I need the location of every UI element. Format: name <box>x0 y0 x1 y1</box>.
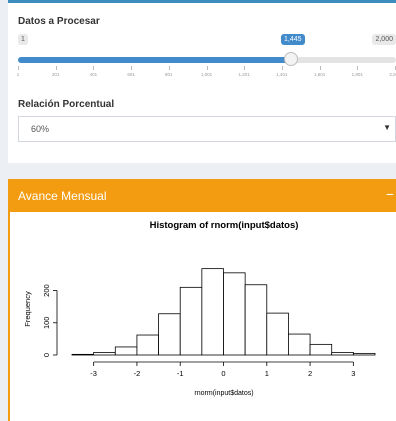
slider-tick <box>18 66 19 70</box>
select-label: Relación Porcentual <box>18 99 115 110</box>
box-title: Avance Mensual <box>18 189 107 203</box>
y-tick-label: 100 <box>42 317 51 330</box>
histogram-bar <box>136 334 159 356</box>
slider-tick <box>357 66 359 70</box>
slider-tick <box>281 66 283 70</box>
histogram-bar <box>71 353 95 356</box>
slider-tick <box>168 66 170 70</box>
chart-title: Histogram of rnorm(input$datos) <box>150 220 299 231</box>
slider-tick <box>131 66 133 70</box>
select-value: 60% <box>31 124 50 134</box>
slider-handle[interactable] <box>284 52 298 66</box>
slider-tick-label: 2,001 <box>389 72 396 77</box>
histogram-bar <box>201 268 224 356</box>
slider-tick <box>93 66 95 70</box>
slider-tick-label: 601 <box>127 72 135 77</box>
slider-min-label: 1 <box>18 34 28 45</box>
slider-value-label: 1,445 <box>281 34 305 45</box>
box-header: Avance Mensual − <box>8 179 396 212</box>
y-tick-label: 0 <box>42 353 51 357</box>
slider-tick <box>244 66 246 70</box>
slider-tick <box>206 66 208 70</box>
x-tick-label: -2 <box>134 369 141 378</box>
slider-tick-label: 801 <box>165 72 173 77</box>
slider-grid: 1 201 401 601 801 1,001 1,201 1,401 1,601 1,801 2,… <box>16 66 396 78</box>
slider-tick <box>319 66 321 70</box>
slider-tick-label: 1,801 <box>351 72 363 77</box>
x-tick-label: 2 <box>308 369 312 378</box>
histogram-bar <box>114 346 138 356</box>
histogram-bar <box>244 284 268 356</box>
histogram-bar <box>266 312 289 356</box>
histogram-bar <box>93 352 116 356</box>
slider-track[interactable] <box>18 52 396 66</box>
y-tick-label: 200 <box>42 284 51 297</box>
porcentaje-select[interactable]: 60% ▼ <box>18 116 396 142</box>
slider-fill <box>18 57 291 63</box>
slider-tick-label: 1,601 <box>313 72 326 77</box>
slider-tick-label: 1,401 <box>276 72 288 77</box>
x-tick-label: -3 <box>90 369 97 378</box>
x-axis-label: rnorm(input$datos) <box>194 390 253 397</box>
input-box: Datos a Procesar 1 2,000 1,445 1 201 401 60… <box>8 0 396 163</box>
histogram-bar <box>158 313 181 356</box>
caret-down-icon: ▼ <box>383 123 391 132</box>
x-tick-label: 1 <box>265 369 269 378</box>
slider-tick-label: 1,201 <box>238 72 250 77</box>
datos-slider[interactable]: 1 2,000 1,445 1 201 401 601 801 1,001 1,201 1,4… <box>16 34 396 79</box>
avance-mensual-box: Avance Mensual − Histogram of rnorm(inpu… <box>8 179 396 421</box>
histogram-bar <box>223 272 246 356</box>
histogram-plot: Histogram of rnorm(input$datos) -3 -2 -1 0 1 2… <box>23 220 376 397</box>
slider-tick <box>55 66 57 70</box>
histogram-bar <box>288 333 311 356</box>
slider-tick-label: 1 <box>16 72 20 77</box>
slider-tick-label: 401 <box>89 72 98 77</box>
x-tick-label: 3 <box>351 369 355 378</box>
y-axis-label: Frequency <box>23 291 32 327</box>
collapse-icon[interactable]: − <box>386 186 394 202</box>
slider-tick-label: 1,001 <box>200 72 213 77</box>
slider-max-label: 2,000 <box>372 34 396 45</box>
histogram-bar <box>179 286 203 356</box>
histogram-bar <box>331 352 354 356</box>
slider-tick-label: 201 <box>51 72 60 77</box>
x-tick-label: 0 <box>221 369 225 378</box>
slider-label: Datos a Procesar <box>18 16 100 27</box>
histogram-bar <box>352 352 376 356</box>
histogram-bar <box>309 343 333 356</box>
x-tick-label: -1 <box>177 369 184 378</box>
